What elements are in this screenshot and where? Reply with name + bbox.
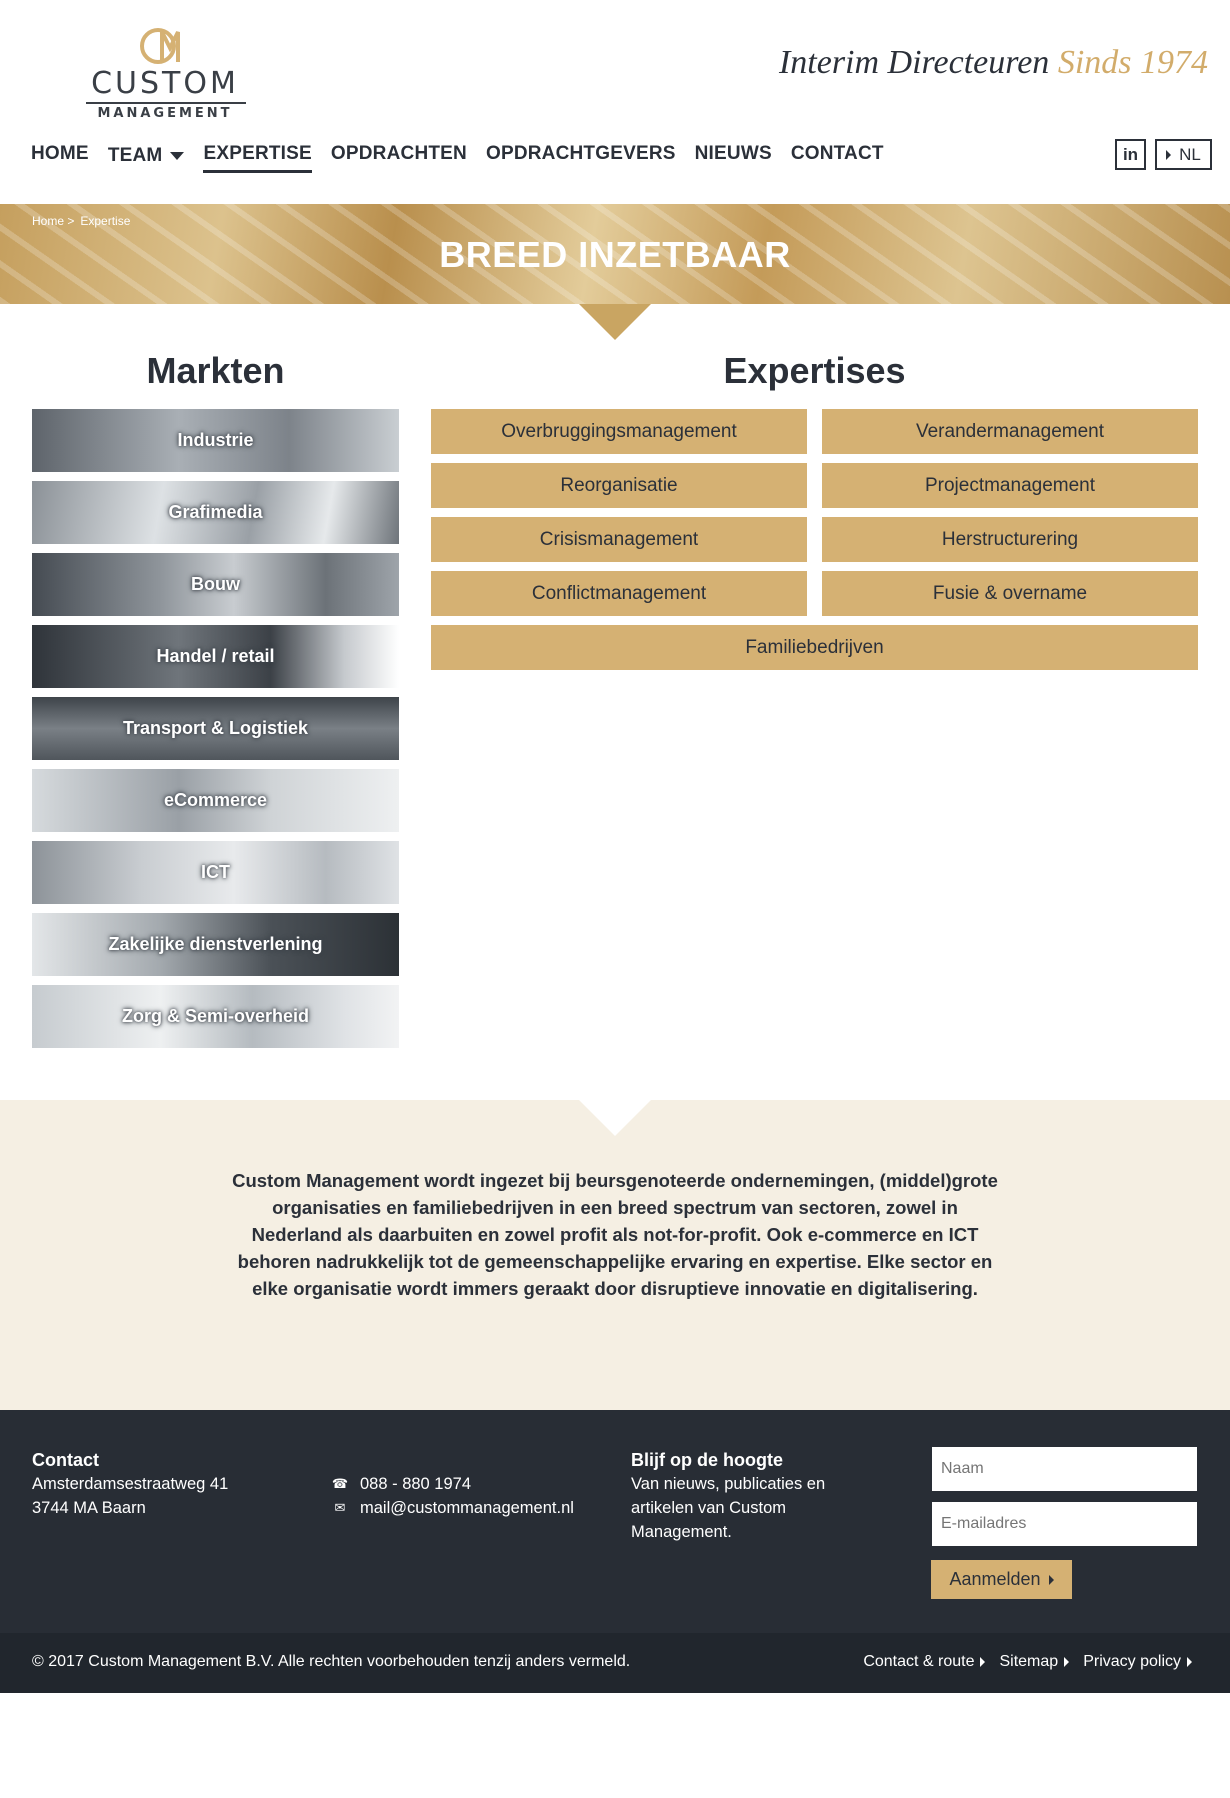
tagline-since: Sinds 1974 — [1057, 44, 1208, 81]
language-label: NL — [1179, 144, 1201, 164]
caret-right-icon — [1048, 1574, 1054, 1585]
market-bouw[interactable]: Bouw — [32, 553, 399, 616]
expertise-overbruggingsmanagement[interactable]: Overbruggingsmanagement — [431, 409, 807, 454]
linkedin-icon[interactable]: in — [1115, 139, 1146, 170]
email-address: mail@custommanagement.nl — [360, 1499, 574, 1517]
market-label: eCommerce — [163, 790, 268, 810]
link-sitemap[interactable]: Sitemap — [999, 1653, 1070, 1671]
nav-nieuws[interactable]: NIEUWS — [695, 143, 772, 173]
nav-team-label: TEAM — [107, 144, 163, 166]
market-label: Industrie — [177, 430, 254, 450]
tagline: Interim Directeuren Sinds 1974 — [779, 44, 1208, 82]
market-label: Transport & Logistiek — [122, 718, 309, 738]
expertise-crisismanagement[interactable]: Crisismanagement — [431, 517, 807, 562]
newsletter-heading: Blijf op de hoogte — [631, 1450, 783, 1470]
market-label: Zakelijke dienstverlening — [108, 934, 323, 954]
banner-pointer — [579, 304, 651, 340]
caret-right-icon — [1187, 1657, 1192, 1667]
market-transport-logistiek[interactable]: Transport & Logistiek — [32, 697, 399, 760]
logo-subtitle: MANAGEMENT — [97, 106, 233, 121]
footer-contact: Contact Amsterdamsestraatweg 41 3744 MA … — [32, 1448, 292, 1520]
footer-contact-details: ☎ 088 - 880 1974 ✉ mail@custommanagement… — [332, 1472, 612, 1520]
market-label: Bouw — [191, 574, 240, 594]
logo-word: CUSTOM — [91, 66, 239, 101]
market-zorg-semi-overheid[interactable]: Zorg & Semi-overheid — [32, 985, 399, 1048]
phone-icon: ☎ — [331, 1476, 349, 1491]
name-input[interactable] — [932, 1447, 1197, 1491]
market-label: Zorg & Semi-overheid — [121, 1006, 310, 1026]
markets-list: Industrie Grafimedia Bouw Handel / retai… — [32, 409, 399, 1057]
footer-newsletter: Blijf op de hoogte Van nieuws, publicati… — [631, 1448, 861, 1544]
logo-divider — [86, 102, 246, 104]
address-line-1: Amsterdamsestraatweg 41 — [32, 1475, 229, 1493]
subscribe-button[interactable]: Aanmelden — [931, 1560, 1072, 1599]
newsletter-text: Van nieuws, publicaties en artikelen van… — [631, 1475, 826, 1541]
caret-right-icon — [980, 1657, 986, 1667]
markets-heading: Markten — [146, 350, 285, 391]
logo[interactable]: CUSTOM MANAGEMENT — [72, 26, 258, 122]
breadcrumb: Home > Expertise — [32, 214, 130, 228]
caret-right-icon — [1166, 149, 1172, 160]
copyright: © 2017 Custom Management B.V. Alle recht… — [32, 1653, 631, 1670]
link-label: Contact & route — [863, 1653, 975, 1670]
market-ict[interactable]: ICT — [32, 841, 399, 904]
intro-section: Custom Management wordt ingezet bij beur… — [0, 1100, 1230, 1410]
chevron-down-icon — [170, 151, 185, 160]
expertise-fusie-overname[interactable]: Fusie & overname — [822, 571, 1198, 616]
market-handel-retail[interactable]: Handel / retail — [32, 625, 399, 688]
phone-number: 088 - 880 1974 — [360, 1475, 472, 1493]
bottom-links: Contact & route Sitemap Privacy policy — [863, 1653, 1192, 1671]
email-input[interactable] — [932, 1502, 1197, 1546]
expertise-verandermanagement[interactable]: Verandermanagement — [822, 409, 1198, 454]
phone-row[interactable]: ☎ 088 - 880 1974 — [332, 1472, 612, 1496]
nav-opdrachtgevers[interactable]: OPDRACHTGEVERS — [486, 143, 676, 173]
expertise-conflictmanagement[interactable]: Conflictmanagement — [431, 571, 807, 616]
address-line-2: 3744 MA Baarn — [32, 1499, 146, 1517]
expertise-projectmanagement[interactable]: Projectmanagement — [822, 463, 1198, 508]
market-ecommerce[interactable]: eCommerce — [32, 769, 399, 832]
subscribe-label: Aanmelden — [949, 1569, 1041, 1589]
tagline-main: Interim Directeuren — [778, 44, 1050, 81]
expertise-familiebedrijven[interactable]: Familiebedrijven — [431, 625, 1198, 670]
expertises-grid: Overbruggingsmanagement Verandermanageme… — [431, 409, 1198, 670]
expertise-reorganisatie[interactable]: Reorganisatie — [431, 463, 807, 508]
page-banner: Home > Expertise BREED INZETBAAR — [0, 204, 1230, 304]
nav-contact[interactable]: CONTACT — [791, 143, 884, 173]
nav-expertise[interactable]: EXPERTISE — [203, 143, 312, 173]
market-label: Handel / retail — [156, 646, 275, 666]
caret-right-icon — [1064, 1657, 1070, 1667]
intro-pointer — [579, 1100, 651, 1136]
expertise-herstructurering[interactable]: Herstructurering — [822, 517, 1198, 562]
nav-home[interactable]: HOME — [31, 143, 89, 173]
logo-monogram-icon — [140, 28, 180, 64]
link-label: Sitemap — [999, 1653, 1059, 1670]
breadcrumb-home[interactable]: Home > — [32, 214, 74, 228]
market-label: Grafimedia — [168, 502, 263, 522]
nav-team[interactable]: TEAM — [108, 143, 185, 173]
nav-opdrachten[interactable]: OPDRACHTEN — [331, 143, 467, 173]
footer: Contact Amsterdamsestraatweg 41 3744 MA … — [0, 1410, 1230, 1633]
link-contact-route[interactable]: Contact & route — [863, 1653, 986, 1671]
breadcrumb-current: Expertise — [80, 214, 131, 228]
intro-text: Custom Management wordt ingezet bij beur… — [232, 1170, 998, 1299]
bottom-bar: © 2017 Custom Management B.V. Alle recht… — [0, 1633, 1230, 1693]
page-title: BREED INZETBAAR — [439, 234, 791, 275]
expertises-heading: Expertises — [723, 350, 906, 391]
language-switch[interactable]: NL — [1155, 139, 1212, 170]
footer-contact-heading: Contact — [32, 1450, 99, 1470]
link-privacy-policy[interactable]: Privacy policy — [1083, 1653, 1192, 1671]
envelope-icon: ✉ — [334, 1500, 346, 1515]
market-zakelijke-dienstverlening[interactable]: Zakelijke dienstverlening — [32, 913, 399, 976]
market-industrie[interactable]: Industrie — [32, 409, 399, 472]
market-grafimedia[interactable]: Grafimedia — [32, 481, 399, 544]
email-row[interactable]: ✉ mail@custommanagement.nl — [332, 1496, 612, 1520]
market-label: ICT — [201, 862, 230, 882]
main-nav: HOME TEAM EXPERTISE OPDRACHTEN OPDRACHTG… — [31, 143, 884, 173]
link-label: Privacy policy — [1083, 1653, 1181, 1670]
